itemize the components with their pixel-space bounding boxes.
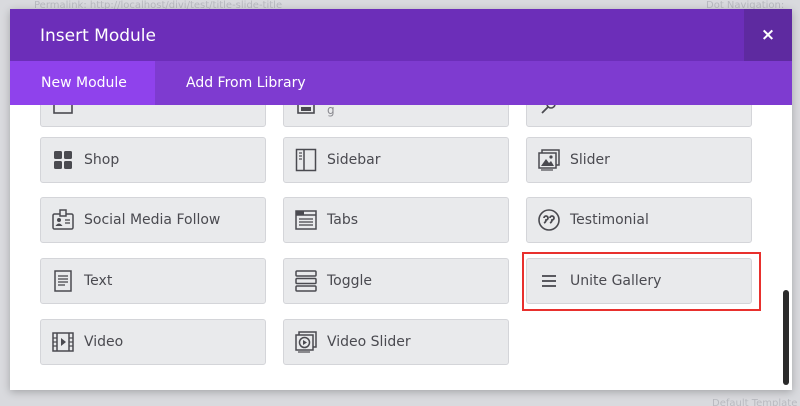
module-label: Slider [570, 152, 610, 168]
module-label: Testimonial [570, 212, 649, 228]
text-document-icon [51, 269, 75, 293]
search-icon [537, 105, 561, 116]
module-card-testimonial[interactable]: Testimonial [526, 197, 752, 243]
image-slider-icon [537, 148, 561, 172]
module-card-toggle[interactable]: Toggle [283, 258, 509, 304]
tabs-icon [294, 208, 318, 232]
module-card-partial-3[interactable] [526, 105, 752, 127]
id-badge-icon [51, 208, 75, 232]
module-card-partial-2[interactable]: g [283, 105, 509, 127]
quote-icon [537, 208, 561, 232]
module-card-video[interactable]: Video [40, 319, 266, 365]
module-card-unite-gallery[interactable]: Unite Gallery [526, 258, 752, 304]
grid-squares-icon [51, 148, 75, 172]
module-label: Sidebar [327, 152, 381, 168]
module-card-social-media-follow[interactable]: Social Media Follow [40, 197, 266, 243]
tab-add-from-library[interactable]: Add From Library [155, 61, 306, 105]
module-card-slider[interactable]: Slider [526, 137, 752, 183]
module-label: Tabs [327, 212, 358, 228]
module-label: Toggle [327, 273, 373, 289]
modal-title: Insert Module [40, 26, 156, 46]
video-film-icon [51, 330, 75, 354]
close-button[interactable]: × [744, 9, 792, 61]
background-default-template-text: Default Template [712, 398, 798, 406]
module-card-video-slider[interactable]: Video Slider [283, 319, 509, 365]
module-card-partial-1[interactable] [40, 105, 266, 127]
post-slider-icon [294, 105, 318, 116]
scrollbar[interactable] [783, 290, 789, 385]
module-label: Video [84, 334, 124, 350]
sidebar-icon [294, 148, 318, 172]
module-card-shop[interactable]: Shop [40, 137, 266, 183]
module-card-text[interactable]: Text [40, 258, 266, 304]
module-card-sidebar[interactable]: Sidebar [283, 137, 509, 183]
module-card-tabs[interactable]: Tabs [283, 197, 509, 243]
toggle-icon [294, 269, 318, 293]
module-label: Video Slider [327, 334, 411, 350]
modal-header: Insert Module × [10, 9, 792, 61]
modal-tabs: New Module Add From Library [10, 61, 792, 105]
module-label: Unite Gallery [570, 273, 662, 289]
partial-module-icon [51, 105, 75, 116]
module-label: Shop [84, 152, 120, 168]
module-label: Text [84, 273, 113, 289]
video-slider-icon [294, 330, 318, 354]
tab-new-module[interactable]: New Module [10, 61, 155, 105]
hamburger-menu-icon [537, 269, 561, 293]
insert-module-modal: Insert Module × New Module Add From Libr… [10, 9, 792, 390]
module-label: Social Media Follow [84, 212, 221, 228]
module-list: g Shop Sidebar Slider Social Media Follo… [10, 105, 792, 390]
